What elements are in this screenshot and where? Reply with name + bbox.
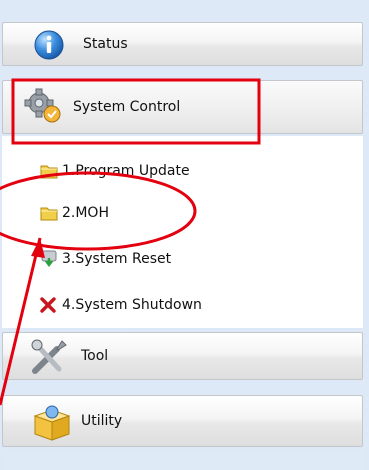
panel-footer [2, 450, 363, 470]
status-menu-button[interactable]: Status [2, 22, 363, 66]
tool-menu-button[interactable]: Tool [2, 332, 363, 380]
utility-menu-button[interactable]: Utility [2, 395, 363, 447]
system-control-menu-button[interactable]: System Control [2, 80, 363, 134]
menu-item-system-reset[interactable]: 3.System Reset [2, 244, 363, 274]
folder-icon [40, 163, 58, 179]
system-shutdown-label: 4.System Shutdown [62, 297, 202, 313]
menu-item-system-shutdown[interactable]: 4.System Shutdown [2, 290, 363, 320]
info-icon [33, 29, 65, 61]
red-x-icon [40, 297, 56, 313]
system-reset-label: 3.System Reset [62, 251, 172, 267]
tool-label: Tool [81, 348, 109, 364]
reset-icon [40, 250, 58, 268]
system-control-submenu: 1.Program Update 2.MOH 3.System Reset 4.… [2, 136, 363, 328]
wrench-icon [29, 337, 71, 377]
status-label: Status [83, 36, 128, 52]
menu-item-program-update[interactable]: 1.Program Update [2, 156, 363, 186]
utility-label: Utility [81, 413, 123, 429]
folder-icon [40, 205, 58, 221]
navigation-panel: Status System Control 1.Program Update 2… [0, 0, 369, 470]
system-control-label: System Control [73, 99, 181, 115]
gear-icon [21, 87, 65, 127]
moh-label: 2.MOH [62, 205, 109, 221]
box-icon [31, 404, 73, 442]
program-update-label: 1.Program Update [62, 163, 190, 179]
menu-item-moh[interactable]: 2.MOH [2, 198, 363, 228]
